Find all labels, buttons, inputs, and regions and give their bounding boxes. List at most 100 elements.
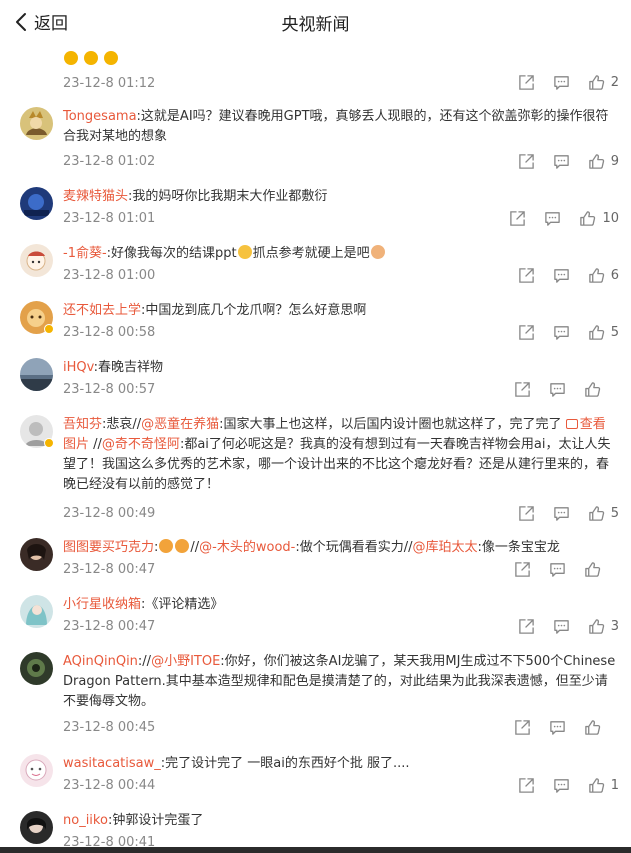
mention-link[interactable]: @-木头的wood- (199, 540, 295, 555)
like-button[interactable]: 1 (588, 777, 619, 794)
comment-body: :像一条宝宝龙 (477, 540, 560, 555)
like-icon (580, 211, 596, 226)
comment-actions: 1 (500, 777, 619, 794)
comment-username[interactable]: 吾知芬 (63, 417, 102, 432)
comment-time: 23-12-8 00:58 (63, 325, 156, 340)
comment-icon (553, 155, 569, 169)
comment-icon (553, 779, 569, 793)
share-icon (510, 211, 526, 226)
comment-time: 23-12-8 00:49 (63, 506, 156, 521)
comment-button[interactable] (553, 618, 570, 635)
comment-actions: 2 (500, 74, 619, 91)
comment-username[interactable]: no_iiko (63, 813, 108, 828)
comment-text: Tongesama:这就是AI吗？建议春晚用GPT哦，真够丢人现眼的，还有这个欲… (63, 107, 618, 147)
like-button[interactable]: 5 (588, 505, 619, 522)
mention-link[interactable]: @库珀太太 (413, 540, 478, 555)
share-button[interactable] (518, 777, 535, 794)
sweat-smile-emoji-icon (237, 245, 252, 259)
comment-actions (496, 561, 607, 578)
comment-text: AQinQinQin://@小野ITOE:你好，你们被这条AI龙骗了，某天我用M… (63, 652, 618, 712)
like-button[interactable] (584, 381, 607, 398)
avatar[interactable] (20, 652, 53, 685)
comment-body: :完了设计完了 一眼ai的东西好个批 服了.... (160, 756, 410, 771)
comment-button[interactable] (553, 777, 570, 794)
comment-button[interactable] (544, 210, 561, 227)
share-icon (518, 619, 534, 634)
comment-username[interactable]: Tongesama (63, 109, 137, 124)
comment-button[interactable] (553, 324, 570, 341)
like-icon (585, 562, 601, 577)
like-icon (585, 382, 601, 397)
comment-actions: 6 (500, 267, 619, 284)
avatar[interactable] (20, 811, 53, 844)
share-button[interactable] (518, 505, 535, 522)
laughing-emoji-icon (64, 51, 78, 65)
like-button[interactable]: 5 (588, 324, 619, 341)
avatar[interactable] (20, 538, 53, 571)
comment-body: :钟郭设计完蛋了 (107, 813, 204, 828)
comment-text: wasitacatisaw_:完了设计完了 一眼ai的东西好个批 服了.... (63, 754, 618, 774)
mention-link[interactable]: @小野ITOE (151, 654, 220, 669)
comment-emoji-line (63, 50, 618, 70)
comment-username[interactable]: 还不如去上学 (63, 303, 141, 318)
mention-link[interactable]: @奇不奇怪阿 (102, 437, 180, 452)
like-button[interactable]: 2 (588, 74, 619, 91)
share-button[interactable] (514, 719, 531, 736)
comment-icon (553, 269, 569, 283)
comment-button[interactable] (553, 505, 570, 522)
comment-actions: 9 (500, 153, 619, 170)
share-button[interactable] (518, 324, 535, 341)
avatar[interactable] (20, 187, 53, 220)
comment-text: -1俞葵-:好像我每次的结课ppt 抓点参考就硬上是吧 (63, 244, 618, 264)
comment-icon (553, 507, 569, 521)
comment-body: :《评论精选》 (141, 597, 224, 612)
like-button[interactable]: 6 (588, 267, 619, 284)
avatar[interactable] (20, 754, 53, 787)
like-icon (588, 268, 604, 283)
comment-button[interactable] (549, 719, 566, 736)
page-title: 央视新闻 (281, 15, 350, 35)
comment-username[interactable]: 麦辣特猫头 (63, 189, 128, 204)
share-button[interactable] (518, 267, 535, 284)
comment-username[interactable]: iHQv (63, 360, 94, 375)
mention-link[interactable]: @恶童在养猫 (141, 417, 219, 432)
like-button[interactable] (584, 561, 607, 578)
comment-actions (496, 719, 607, 736)
comment-time: 23-12-8 01:02 (63, 154, 156, 169)
share-button[interactable] (518, 618, 535, 635)
comment-button[interactable] (549, 381, 566, 398)
comment-list[interactable]: 23-12-8 01:12 2 Tongesama:这就是AI吗？建议春晚用GP… (0, 0, 631, 853)
like-button[interactable] (584, 719, 607, 736)
like-button[interactable]: 10 (579, 210, 619, 227)
comment-username[interactable]: AQinQinQin (63, 654, 138, 669)
back-button[interactable]: 返回 (14, 9, 68, 34)
comment-button[interactable] (549, 561, 566, 578)
share-button[interactable] (514, 561, 531, 578)
comment-time: 23-12-8 01:00 (63, 268, 156, 283)
avatar[interactable] (20, 107, 53, 140)
like-icon (588, 619, 604, 634)
comment-text: 麦辣特猫头:我的妈呀你比我期末大作业都敷衍 (63, 187, 618, 207)
like-button[interactable]: 9 (588, 153, 619, 170)
image-icon (565, 419, 578, 429)
like-button[interactable]: 3 (588, 618, 619, 635)
comment-username[interactable]: wasitacatisaw_ (63, 756, 161, 771)
comment-username[interactable]: 图图要买巧克力 (63, 540, 154, 555)
comment-actions: 3 (500, 618, 619, 635)
comment-button[interactable] (553, 74, 570, 91)
comment-text: iHQv:春晚吉祥物 (63, 358, 618, 378)
comment-time: 23-12-8 00:44 (63, 778, 156, 793)
share-button[interactable] (518, 74, 535, 91)
avatar[interactable] (20, 244, 53, 277)
like-icon (588, 778, 604, 793)
share-button[interactable] (514, 381, 531, 398)
avatar[interactable] (20, 595, 53, 628)
comment-body: :// (137, 654, 152, 669)
share-button[interactable] (518, 153, 535, 170)
comment-button[interactable] (553, 267, 570, 284)
comment-username[interactable]: 小行星收纳箱 (63, 597, 141, 612)
share-button[interactable] (509, 210, 526, 227)
comment-button[interactable] (553, 153, 570, 170)
avatar[interactable] (20, 358, 53, 391)
comment-username[interactable]: -1俞葵- (63, 246, 107, 261)
